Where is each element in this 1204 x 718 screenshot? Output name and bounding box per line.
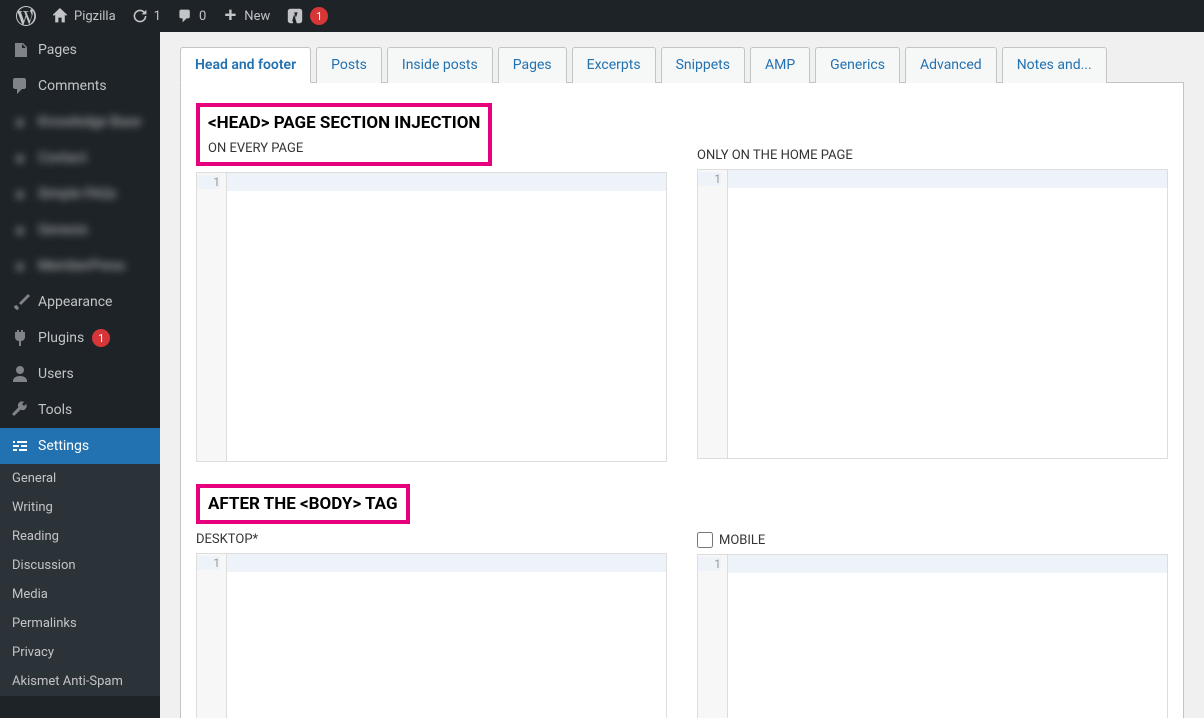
home-page-label: ONLY ON THE HOME PAGE — [697, 148, 1168, 163]
submenu-general[interactable]: General — [0, 464, 160, 493]
settings-tabs: Head and footer Posts Inside posts Pages… — [180, 47, 1184, 83]
sidebar-item-blurred[interactable]: ■MemberPress — [0, 248, 160, 284]
mobile-label-row: MOBILE — [697, 532, 1168, 548]
yoast-badge: 1 — [310, 7, 328, 25]
admin-sidebar: Pages Comments ■Knowledge Base ■Contact … — [0, 32, 160, 718]
editor-gutter: 1 — [197, 173, 227, 461]
tab-amp[interactable]: AMP — [750, 47, 810, 83]
plugin-icon — [10, 328, 30, 348]
editor-body[interactable] — [728, 555, 1167, 718]
code-editor-body-mobile[interactable]: 1 — [697, 554, 1168, 718]
comment-icon — [177, 8, 193, 24]
submenu-reading[interactable]: Reading — [0, 522, 160, 551]
tab-inside-posts[interactable]: Inside posts — [387, 47, 493, 83]
wordpress-icon — [16, 6, 36, 26]
tab-excerpts[interactable]: Excerpts — [572, 47, 656, 83]
user-icon — [10, 364, 30, 384]
editor-body[interactable] — [728, 170, 1167, 458]
site-name-menu[interactable]: Pigzilla — [44, 0, 124, 32]
main-content: Head and footer Posts Inside posts Pages… — [160, 32, 1204, 718]
sidebar-item-label: Comments — [38, 78, 107, 94]
tab-posts[interactable]: Posts — [316, 47, 382, 83]
wp-logo-menu[interactable] — [8, 0, 44, 32]
every-page-label: ON EVERY PAGE — [208, 141, 480, 156]
tab-panel: <HEAD> PAGE SECTION INJECTION ON EVERY P… — [180, 83, 1184, 718]
wrench-icon — [10, 400, 30, 420]
sidebar-item-settings[interactable]: Settings — [0, 428, 160, 464]
tab-head-footer[interactable]: Head and footer — [180, 47, 311, 83]
new-content-menu[interactable]: New — [214, 0, 278, 32]
highlight-box-1: <HEAD> PAGE SECTION INJECTION ON EVERY P… — [196, 103, 492, 166]
code-editor-head-every-page[interactable]: 1 — [196, 172, 667, 462]
sidebar-item-tools[interactable]: Tools — [0, 392, 160, 428]
sidebar-item-blurred[interactable]: ■Genesis — [0, 212, 160, 248]
submenu-privacy[interactable]: Privacy — [0, 638, 160, 667]
sidebar-item-label: Settings — [38, 438, 89, 454]
comments-count: 0 — [199, 9, 206, 24]
submenu-media[interactable]: Media — [0, 580, 160, 609]
editor-gutter: 1 — [197, 554, 227, 718]
sidebar-item-pages[interactable]: Pages — [0, 32, 160, 68]
submenu-discussion[interactable]: Discussion — [0, 551, 160, 580]
desktop-label: DESKTOP* — [196, 532, 667, 547]
highlight-box-2: AFTER THE <BODY> TAG — [196, 484, 410, 524]
admin-bar: Pigzilla 1 0 New 1 — [0, 0, 1204, 32]
plugins-badge: 1 — [92, 329, 110, 347]
brush-icon — [10, 292, 30, 312]
yoast-menu[interactable]: 1 — [278, 0, 336, 32]
sidebar-item-users[interactable]: Users — [0, 356, 160, 392]
yoast-icon — [286, 7, 304, 25]
updates-count: 1 — [154, 9, 161, 24]
editor-gutter: 1 — [698, 555, 728, 718]
comments-icon — [10, 76, 30, 96]
editor-body[interactable] — [227, 554, 666, 718]
mobile-label: MOBILE — [719, 533, 765, 548]
sidebar-item-appearance[interactable]: Appearance — [0, 284, 160, 320]
sidebar-item-label: Users — [38, 366, 74, 382]
sliders-icon — [10, 436, 30, 456]
submenu-akismet[interactable]: Akismet Anti-Spam — [0, 667, 160, 696]
code-editor-head-home-page[interactable]: 1 — [697, 169, 1168, 459]
sidebar-item-blurred[interactable]: ■Contact — [0, 140, 160, 176]
sidebar-item-label: Pages — [38, 42, 77, 58]
sidebar-item-blurred[interactable]: ■Knowledge Base — [0, 104, 160, 140]
comments-menu[interactable]: 0 — [169, 0, 214, 32]
tab-pages[interactable]: Pages — [498, 47, 567, 83]
code-editor-body-desktop[interactable]: 1 — [196, 553, 667, 718]
mobile-checkbox[interactable] — [697, 532, 713, 548]
site-name: Pigzilla — [74, 9, 116, 24]
sidebar-item-label: Appearance — [38, 294, 112, 310]
tab-generics[interactable]: Generics — [815, 47, 900, 83]
section-head-injection-title: <HEAD> PAGE SECTION INJECTION — [208, 113, 480, 133]
sidebar-item-label: Plugins — [38, 330, 84, 346]
new-label: New — [244, 9, 270, 24]
settings-submenu: General Writing Reading Discussion Media… — [0, 464, 160, 696]
sidebar-item-plugins[interactable]: Plugins 1 — [0, 320, 160, 356]
tab-snippets[interactable]: Snippets — [661, 47, 745, 83]
editor-body[interactable] — [227, 173, 666, 461]
submenu-permalinks[interactable]: Permalinks — [0, 609, 160, 638]
updates-menu[interactable]: 1 — [124, 0, 169, 32]
section-after-body-title: AFTER THE <BODY> TAG — [208, 494, 398, 514]
pages-icon — [10, 40, 30, 60]
tab-advanced[interactable]: Advanced — [905, 47, 997, 83]
plus-icon — [222, 8, 238, 24]
sidebar-item-comments[interactable]: Comments — [0, 68, 160, 104]
refresh-icon — [132, 8, 148, 24]
home-icon — [52, 8, 68, 24]
sidebar-item-label: Tools — [38, 402, 72, 418]
tab-notes[interactable]: Notes and... — [1002, 47, 1107, 83]
editor-gutter: 1 — [698, 170, 728, 458]
sidebar-item-blurred[interactable]: ■Simple FAQs — [0, 176, 160, 212]
submenu-writing[interactable]: Writing — [0, 493, 160, 522]
